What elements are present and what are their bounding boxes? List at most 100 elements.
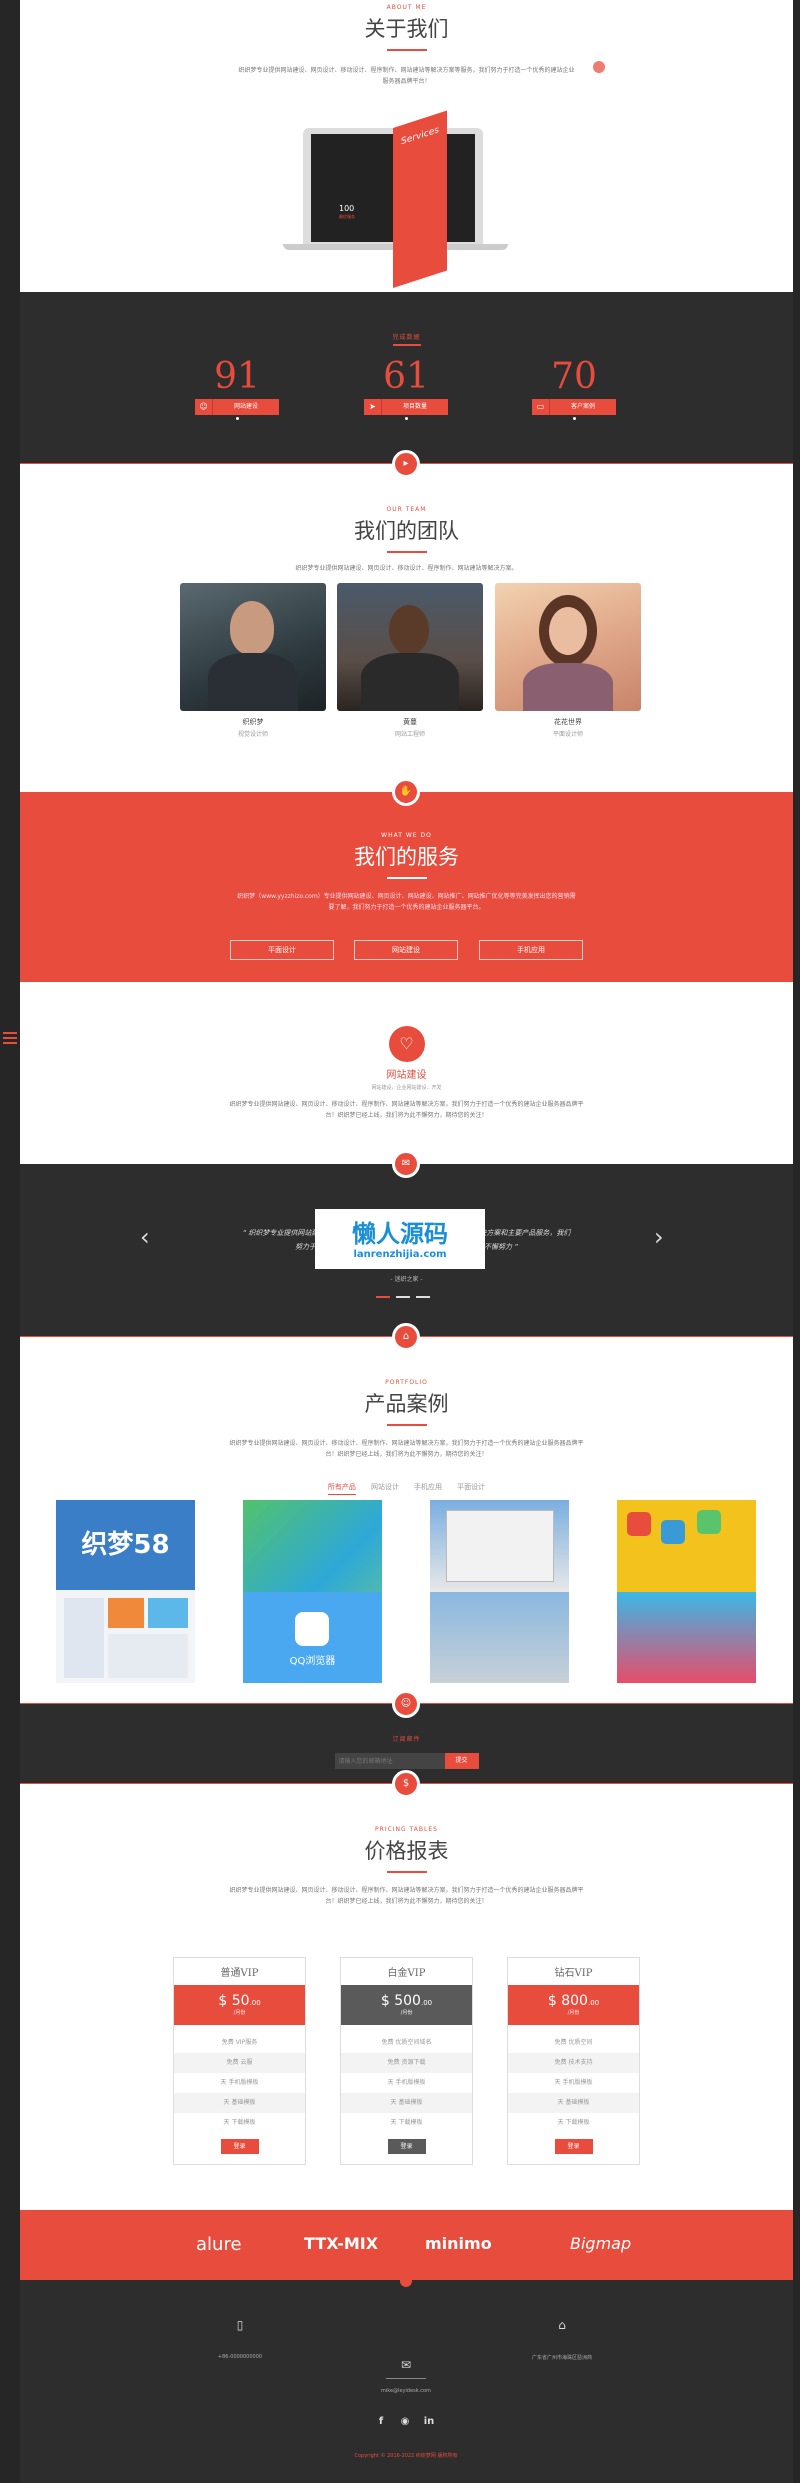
footer-email: mike@leyidesk.com <box>381 2388 431 2394</box>
linkedin-icon[interactable]: in <box>422 2416 436 2427</box>
laptop-illustration: Services 100 最优服务 <box>283 110 518 288</box>
team-name: 花花世界 <box>554 718 582 726</box>
stat-label: 客户案例 <box>550 399 616 415</box>
play-icon[interactable]: ▸ <box>392 450 420 478</box>
about-dot-icon <box>593 61 605 73</box>
tab-all[interactable]: 所有产品 <box>327 1482 356 1495</box>
hand-icon[interactable]: ✋ <box>392 778 420 806</box>
team-title: 我们的团队 <box>354 519 459 543</box>
stats-section: 完成数据 91 ☺ 网站建设 61 ➤ 项目数量 70 ▭ 客户案例 <box>20 292 793 464</box>
feature-desc: 织织梦专业提供网站建设、网页设计、移动设计、程序制作、网站建站等解决方案，我们努… <box>229 1101 584 1119</box>
portfolio-tag: PORTFOLIO <box>385 1379 428 1386</box>
prev-arrow-icon[interactable]: ‹ <box>140 1223 150 1251</box>
plan-feature: 天 下载模板 <box>390 2119 423 2126</box>
phone-icon: ▯ <box>236 2318 244 2332</box>
partners-section <box>20 2210 793 2280</box>
carousel-dot[interactable] <box>396 1296 410 1298</box>
plan-per: /月份 <box>400 2010 413 2016</box>
home-icon: ⌂ <box>558 2318 566 2332</box>
plan-per: /月份 <box>233 2010 246 2016</box>
watermark-cn: 懒人源码 <box>352 1220 448 1248</box>
dollar-icon[interactable]: $ <box>392 1770 420 1798</box>
team-card[interactable]: 黄蔓 网站工程师 <box>337 583 483 738</box>
stat-1: 91 ☺ 网站建设 <box>195 356 279 420</box>
case-item[interactable] <box>430 1500 569 1683</box>
price-card: 白金VIP $ 500.00 /月份 免费 优质空间域名 免费 资源下载 天 手… <box>340 1957 473 2165</box>
team-photo <box>337 583 483 711</box>
right-scrollbar[interactable] <box>793 0 800 2483</box>
pricing-tag: PRICING TABLES <box>375 1826 438 1833</box>
book-title: Services <box>401 125 439 148</box>
case-text: 织梦58 <box>56 1500 195 1590</box>
plan-feature: 天 基础模板 <box>508 2093 639 2113</box>
plan-feature: 免费 优质空间域名 <box>381 2039 432 2046</box>
tab-web[interactable]: 网站设计 <box>371 1482 399 1494</box>
service-button-graphic[interactable]: 平面设计 <box>230 940 334 960</box>
team-underline <box>386 551 427 553</box>
portfolio-underline <box>386 1424 427 1426</box>
carousel-dot[interactable] <box>416 1296 430 1298</box>
rocket-icon: ➤ <box>364 399 382 415</box>
home-icon[interactable]: ⌂ <box>392 1323 420 1351</box>
plan-cents: .00 <box>420 1999 433 2007</box>
heart-icon: ♡ <box>388 1026 425 1062</box>
team-tag: OUR TEAM <box>386 506 427 513</box>
scroll-top-icon[interactable] <box>400 2275 412 2287</box>
stats-underline <box>392 344 421 346</box>
portfolio-title: 产品案例 <box>364 1392 449 1416</box>
plan-name: 普通VIP <box>220 1968 259 1979</box>
weibo-icon[interactable]: ◉ <box>398 2416 412 2427</box>
partner-logo[interactable]: minimo <box>425 2234 492 2253</box>
plan-header: $ 50.00 /月份 <box>174 1985 305 2025</box>
portfolio-tabs: 所有产品 网站设计 手机应用 平面设计 <box>20 1474 793 1495</box>
about-desc: 织织梦专业提供网站建设、网页设计、移动设计、程序制作、网站建站等解决方案等服务，… <box>238 67 575 85</box>
feature-sub: 网站建设，企业网站建设，开发 <box>371 1085 442 1091</box>
stat-number: 91 <box>214 356 260 397</box>
footer-phone: +86-0000000000 <box>217 2354 263 2360</box>
team-card[interactable]: 花花世界 平面设计师 <box>495 583 641 738</box>
stat-label: 网站建设 <box>213 399 279 415</box>
watermark-url: lanrenzhijia.com <box>353 1249 447 1260</box>
partner-logo[interactable]: Bigmap <box>570 2234 631 2253</box>
next-arrow-icon[interactable]: › <box>654 1223 664 1251</box>
team-section: OUR TEAM 我们的团队 织织梦专业提供网站建设、网页设计、移动设计、程序制… <box>20 464 793 792</box>
plan-name: 钻石VIP <box>554 1968 593 1979</box>
feature-section: ♡ 网站建设 网站建设，企业网站建设，开发 织织梦专业提供网站建设、网页设计、移… <box>20 982 793 1164</box>
team-card[interactable]: 织织梦 视觉设计师 <box>180 583 326 738</box>
plan-cta-button[interactable]: 登录 <box>387 2139 426 2154</box>
case-item[interactable]: QQ浏览器 <box>243 1500 382 1683</box>
subscribe-form: 提交 <box>334 1753 479 1769</box>
facebook-icon[interactable]: f <box>374 2416 388 2427</box>
service-button-web[interactable]: 网站建设 <box>354 940 458 960</box>
tab-mobile[interactable]: 手机应用 <box>414 1482 442 1494</box>
email-input[interactable] <box>334 1753 445 1769</box>
plan-price: 800 <box>561 1993 588 2009</box>
plan-feature: 免费 技术支持 <box>508 2053 639 2073</box>
book-sub: 最优服务 <box>339 214 355 219</box>
portfolio-desc: 织织梦专业提供网站建设、网页设计、移动设计、程序制作、网站建站等解决方案，我们努… <box>229 1440 584 1458</box>
case-item[interactable] <box>617 1500 756 1683</box>
stat-3: 70 ▭ 客户案例 <box>532 356 616 420</box>
case-text: QQ浏览器 <box>289 1656 336 1667</box>
chat-icon[interactable]: ✉ <box>392 1150 420 1178</box>
user-icon[interactable]: ☺ <box>392 1690 420 1718</box>
team-role: 平面设计师 <box>552 731 583 738</box>
plan-cta-button[interactable]: 登录 <box>220 2139 259 2154</box>
pricing-title: 价格报表 <box>364 1839 449 1863</box>
plan-cta-button[interactable]: 登录 <box>554 2139 593 2154</box>
footer-address: 广东省广州市海珠区琶洲商 <box>531 2355 592 2361</box>
tab-graphic[interactable]: 平面设计 <box>457 1482 485 1494</box>
menu-icon[interactable] <box>3 1032 17 1044</box>
plan-feature: 天 下载模板 <box>557 2119 590 2126</box>
carousel-dot[interactable] <box>376 1296 390 1298</box>
stat-number: 70 <box>551 356 597 397</box>
team-role: 视觉设计师 <box>237 731 268 738</box>
service-button-mobile[interactable]: 手机应用 <box>479 940 583 960</box>
stat-label: 项目数量 <box>382 399 448 415</box>
partner-logo[interactable]: TTX-MIX <box>304 2234 378 2253</box>
plan-feature: 免费 资源下载 <box>341 2053 472 2073</box>
price-card: 普通VIP $ 50.00 /月份 免费 VIP服务 免费 云服 天 手机版模板… <box>173 1957 306 2165</box>
partner-logo[interactable]: alure <box>196 2234 242 2255</box>
case-item[interactable]: 织梦58 <box>56 1500 195 1683</box>
submit-button[interactable]: 提交 <box>444 1753 479 1769</box>
